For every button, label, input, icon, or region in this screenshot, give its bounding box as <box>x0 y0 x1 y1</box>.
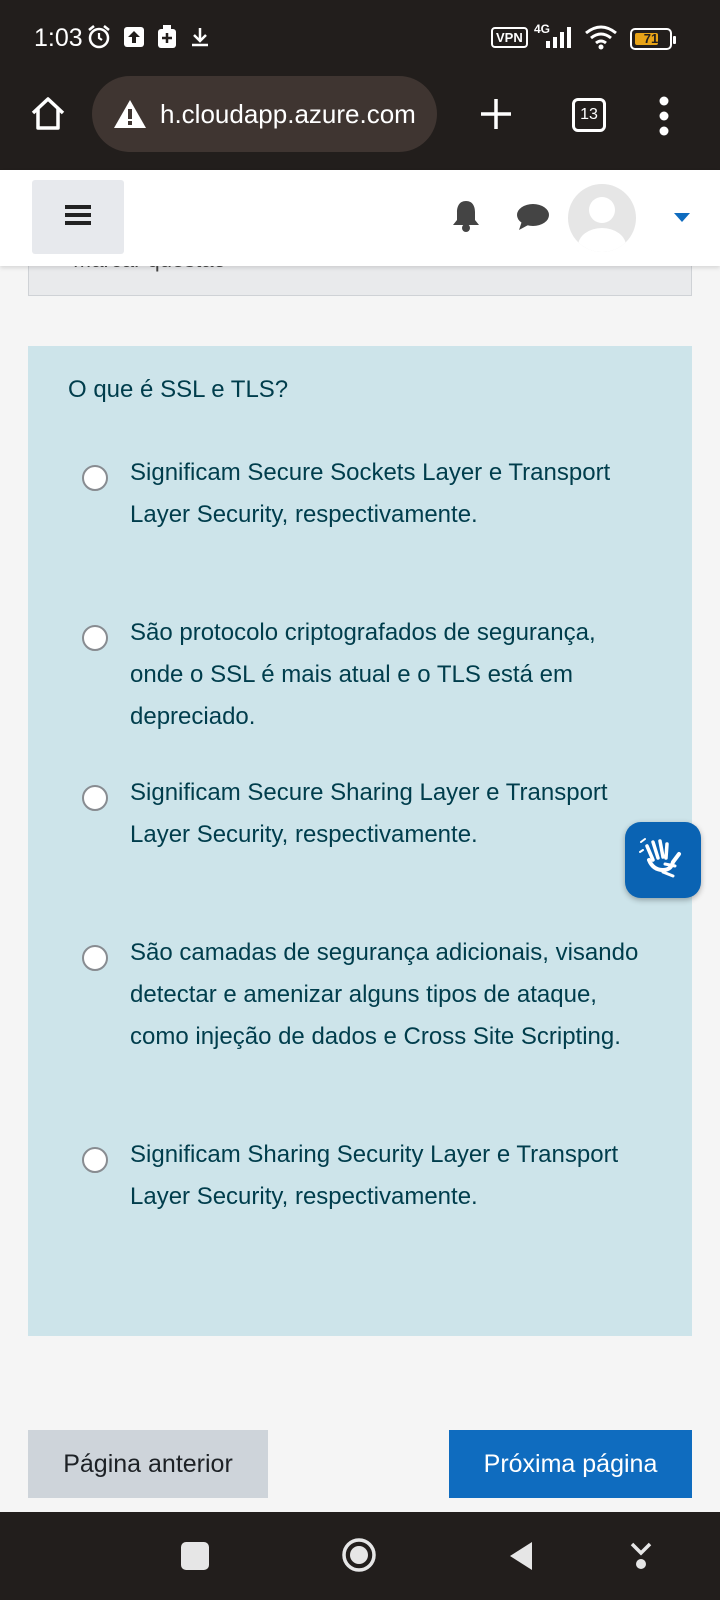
radio-button[interactable] <box>82 625 108 651</box>
home-circle-icon[interactable] <box>340 1536 378 1574</box>
sign-language-button[interactable] <box>625 822 701 898</box>
signal-icon <box>544 24 574 50</box>
answer-option[interactable]: Significam Secure Sockets Layer e Transp… <box>68 459 668 536</box>
sign-language-icon <box>639 836 687 885</box>
vpn-badge: VPN <box>491 27 528 48</box>
recents-icon[interactable] <box>181 1542 209 1570</box>
previous-page-button[interactable]: Página anterior <box>28 1430 268 1498</box>
answer-option[interactable]: Significam Sharing Security Layer e Tran… <box>68 1141 668 1218</box>
hide-nav-icon[interactable] <box>630 1540 652 1572</box>
next-page-button[interactable]: Próxima página <box>449 1430 692 1498</box>
question-card: O que é SSL e TLS? Significam Secure Soc… <box>28 346 692 1336</box>
answer-label[interactable]: São protocolo criptografados de seguranç… <box>130 612 650 738</box>
answer-option[interactable]: Significam Secure Sharing Layer e Transp… <box>68 779 668 856</box>
bell-icon[interactable] <box>450 198 482 232</box>
caret-down-icon[interactable] <box>674 210 690 222</box>
answer-label[interactable]: Significam Secure Sockets Layer e Transp… <box>130 452 650 536</box>
more-vert-icon[interactable] <box>658 96 670 136</box>
sim-icon <box>156 24 178 50</box>
answer-option[interactable]: São protocolo criptografados de seguranç… <box>68 619 668 738</box>
upload-icon <box>122 24 146 50</box>
chat-icon[interactable] <box>516 203 550 231</box>
warning-icon[interactable] <box>112 98 148 130</box>
home-icon[interactable] <box>28 93 68 133</box>
back-icon[interactable] <box>508 1540 534 1572</box>
site-navbar <box>0 170 720 266</box>
system-navigation-bar <box>0 1512 720 1600</box>
wifi-icon <box>584 24 618 50</box>
hamburger-icon <box>65 204 91 231</box>
browser-toolbar: h.cloudapp.azure.com 13 <box>0 76 720 170</box>
avatar[interactable] <box>568 184 636 252</box>
plus-icon[interactable] <box>478 96 514 132</box>
radio-button[interactable] <box>82 1147 108 1173</box>
address-bar[interactable]: h.cloudapp.azure.com <box>92 76 437 152</box>
radio-button[interactable] <box>82 465 108 491</box>
url-text[interactable]: h.cloudapp.azure.com <box>160 99 416 130</box>
answer-option[interactable]: São camadas de segurança adicionais, vis… <box>68 939 668 1058</box>
answer-label[interactable]: São camadas de segurança adicionais, vis… <box>130 932 650 1058</box>
radio-button[interactable] <box>82 785 108 811</box>
answer-label[interactable]: Significam Secure Sharing Layer e Transp… <box>130 772 650 856</box>
question-text: O que é SSL e TLS? <box>68 376 289 403</box>
tabs-button[interactable]: 13 <box>572 98 606 132</box>
answer-label[interactable]: Significam Sharing Security Layer e Tran… <box>130 1134 650 1218</box>
radio-button[interactable] <box>82 945 108 971</box>
alarm-icon <box>86 24 112 50</box>
drawer-toggle-button[interactable] <box>32 180 124 254</box>
battery-level: 71 <box>643 31 659 46</box>
download-icon <box>188 24 212 50</box>
status-time: 1:03 <box>34 24 83 52</box>
status-bar: 1:03 VPN 4G 71 <box>0 0 720 76</box>
battery-icon: 71 <box>630 28 676 50</box>
